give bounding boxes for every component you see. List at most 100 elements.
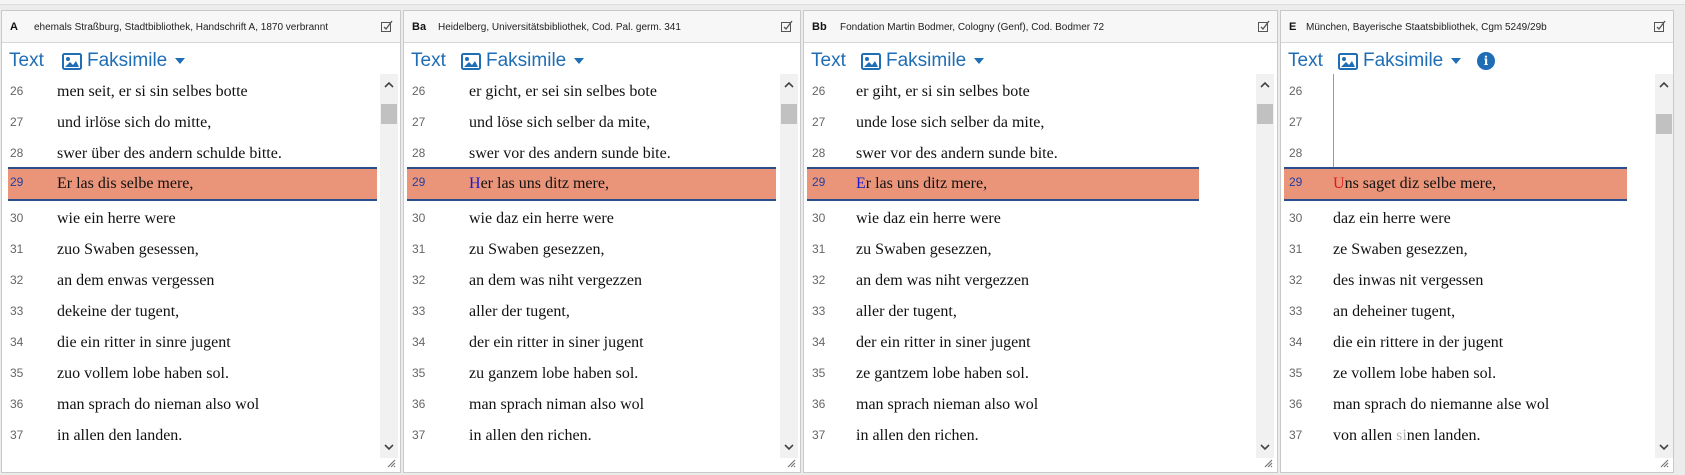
witness-source: ehemals Straßburg, Stadtbibliothek, Hand… (34, 22, 329, 33)
text-line: 37 von allen sinen landen. (1281, 418, 1653, 449)
panel-toolbar: Text Faksimile (804, 44, 1277, 74)
text-line: 28 (1281, 136, 1653, 167)
chevron-down-icon[interactable] (1659, 442, 1669, 452)
line-text: man sprach nieman also wol (856, 396, 1039, 413)
text-view-link[interactable]: Text (811, 50, 846, 72)
vertical-scrollbar[interactable] (380, 74, 398, 458)
line-number: 31 (812, 242, 826, 256)
edit-checkbox-icon[interactable] (380, 19, 394, 33)
line-text: Er las uns ditz mere, (856, 175, 988, 192)
caret-down-icon (574, 58, 585, 64)
text-line: 27 unde lose sich selber da mite, (804, 105, 1256, 136)
faksimile-dropdown[interactable]: Faksimile (461, 50, 585, 72)
scrollbar-thumb[interactable] (1656, 114, 1672, 134)
panel-header: Ba Heidelberg, Universitätsbibliothek, C… (404, 11, 800, 43)
line-number: 37 (10, 428, 24, 442)
line-number: 28 (812, 146, 826, 160)
text-line: 35 zuo vollem lobe haben sol. (2, 356, 377, 387)
edit-checkbox-icon[interactable] (780, 19, 794, 33)
faksimile-dropdown[interactable]: Faksimile (62, 50, 186, 72)
text-line: 37 in allen den landen. (2, 418, 377, 449)
highlighted-line[interactable]: 29 Uns saget diz selbe mere, (1284, 167, 1627, 201)
line-text: der ein ritter in siner jugent (469, 334, 644, 351)
line-text: zu ganzem lobe haben sol. (469, 365, 639, 382)
faksimile-label: Faksimile (87, 50, 168, 71)
line-number: 28 (412, 146, 426, 160)
vertical-scrollbar[interactable] (1655, 74, 1673, 458)
initial-letter: E (856, 175, 866, 192)
text-lines: 26 men seit, er si sin selbes botte 27 und… (2, 74, 377, 459)
resize-grip-icon[interactable] (786, 458, 796, 468)
line-text: in allen den richen. (469, 427, 592, 444)
line-text: ze gantzem lobe haben sol. (856, 365, 1029, 382)
line-number: 27 (1289, 115, 1303, 129)
witness-siglum: Ba (412, 21, 427, 33)
vertical-scrollbar[interactable] (1256, 74, 1274, 458)
highlighted-line[interactable]: 29 Er las uns ditz mere, (807, 167, 1199, 201)
vertical-scrollbar[interactable] (780, 74, 798, 458)
resize-grip-icon[interactable] (386, 458, 396, 468)
line-text: Er las dis selbe mere, (57, 175, 194, 192)
edit-checkbox-icon[interactable] (1257, 19, 1271, 33)
line-number: 36 (1289, 397, 1303, 411)
chevron-up-icon[interactable] (1659, 80, 1669, 90)
text-line: 32 an dem was niht vergezzen (804, 263, 1256, 294)
line-text: ze vollem lobe haben sol. (1333, 365, 1497, 382)
text-line: 30 wie daz ein herre were (804, 201, 1256, 232)
line-text: swer über des andern schulde bitte. (57, 145, 282, 162)
window-top-edge (0, 0, 1685, 5)
scrollbar-thumb[interactable] (381, 104, 397, 124)
text-lines: 26 27 28 29 Uns saget diz selbe mere, 30 d… (1281, 74, 1653, 459)
scrollbar-thumb[interactable] (781, 104, 797, 124)
line-text: und irlöse sich do mitte, (57, 114, 212, 131)
line-text: in allen den landen. (57, 427, 183, 444)
line-number: 30 (10, 211, 24, 225)
witness-siglum: A (10, 21, 18, 33)
line-number: 31 (412, 242, 426, 256)
faksimile-label: Faksimile (886, 50, 967, 71)
text-line: 34 der ein ritter in siner jugent (804, 325, 1256, 356)
caret-down-icon (175, 58, 186, 64)
line-text: des inwas nit vergessen (1333, 272, 1484, 289)
line-number: 36 (10, 397, 24, 411)
text-view-link[interactable]: Text (411, 50, 446, 72)
line-number: 32 (812, 273, 826, 287)
line-text: Her las uns ditz mere, (469, 175, 609, 192)
text-line: 33 aller der tugent, (804, 294, 1256, 325)
text-line: 36 man sprach do niemanne alse wol (1281, 387, 1653, 418)
chevron-up-icon[interactable] (1260, 80, 1270, 90)
resize-grip-icon[interactable] (1659, 458, 1669, 468)
faksimile-dropdown[interactable]: Faksimile (861, 50, 985, 72)
resize-grip-icon[interactable] (1263, 458, 1273, 468)
text-line: 27 und irlöse sich do mitte, (2, 105, 377, 136)
text-line: 33 dekeine der tugent, (2, 294, 377, 325)
witness-panel-a: A ehemals Straßburg, Stadtbibliothek, Ha… (1, 10, 401, 473)
text-view-link[interactable]: Text (9, 50, 44, 72)
line-number: 26 (1289, 84, 1303, 98)
text-line: 30 wie ein herre were (2, 201, 377, 232)
line-text: zuo vollem lobe haben sol. (57, 365, 229, 382)
initial-letter: U (1333, 175, 1345, 192)
chevron-up-icon[interactable] (784, 80, 794, 90)
line-number: 26 (412, 84, 426, 98)
witness-panel-e: E München, Bayerische Staatsbibliothek, … (1280, 10, 1674, 473)
highlighted-line[interactable]: 29 Her las uns ditz mere, (407, 167, 776, 201)
line-number: 37 (412, 428, 426, 442)
line-text: und löse sich selber da mite, (469, 114, 651, 131)
chevron-up-icon[interactable] (384, 80, 394, 90)
scrollbar-thumb[interactable] (1257, 104, 1273, 124)
chevron-down-icon[interactable] (784, 442, 794, 452)
edit-checkbox-icon[interactable] (1653, 19, 1667, 33)
chevron-down-icon[interactable] (1260, 442, 1270, 452)
text-line: 33 an deheiner tugent, (1281, 294, 1653, 325)
line-number: 28 (1289, 146, 1303, 160)
text-line: 28 swer über des andern schulde bitte. (2, 136, 377, 167)
info-icon[interactable]: i (1477, 52, 1495, 70)
text-view-link[interactable]: Text (1288, 50, 1323, 72)
text-line: 37 in allen den richen. (804, 418, 1256, 449)
highlighted-line[interactable]: 29 Er las dis selbe mere, (8, 167, 377, 201)
text-line: 36 man sprach do nieman also wol (2, 387, 377, 418)
line-number: 33 (812, 304, 826, 318)
chevron-down-icon[interactable] (384, 442, 394, 452)
faksimile-dropdown[interactable]: Faksimile (1338, 50, 1462, 72)
